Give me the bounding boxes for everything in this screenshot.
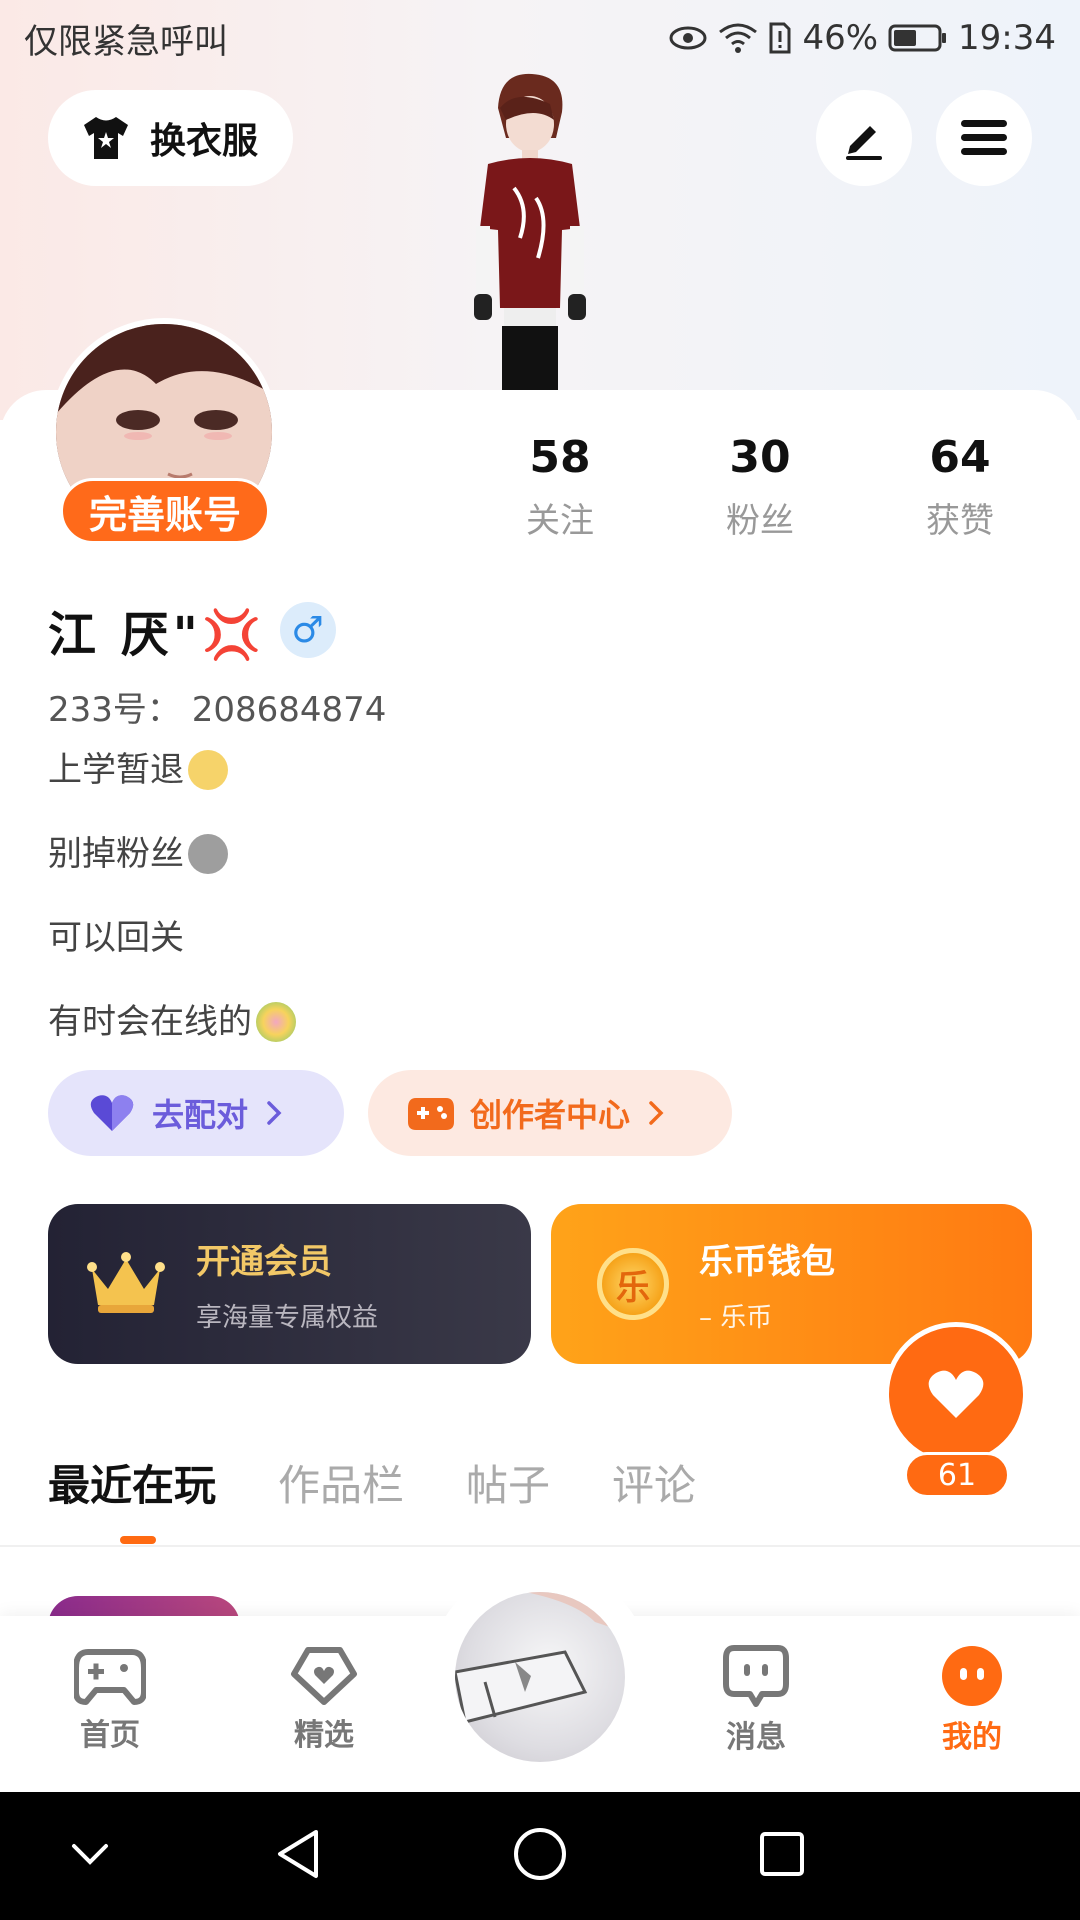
nav-me[interactable]: 我的	[902, 1644, 1042, 1756]
gamepad-icon	[74, 1649, 146, 1705]
nav-featured-label: 精选	[294, 1718, 354, 1753]
bio-text: 上学暂退	[48, 750, 184, 790]
bio-line: 别掉粉丝	[48, 832, 296, 916]
stat-followers-value: 30	[729, 432, 791, 483]
name-row: 江 厌"💢 ♂	[48, 595, 336, 665]
gray-face-icon	[188, 834, 228, 874]
creator-center-label: 创作者中心	[470, 1096, 631, 1134]
divider	[0, 1545, 1080, 1547]
wallet-title: 乐币钱包	[699, 1242, 835, 1282]
avatar-3d-figure[interactable]	[450, 68, 610, 390]
nav-home[interactable]: 首页	[40, 1644, 180, 1754]
vip-subtitle: 享海量专属权益	[196, 1303, 379, 1333]
bio-line: 上学暂退	[48, 748, 296, 832]
stat-likes-value: 64	[929, 432, 991, 483]
home-icon[interactable]	[508, 1822, 572, 1886]
tab-comments[interactable]: 评论	[612, 1452, 696, 1513]
heart-tag-icon	[291, 1647, 357, 1705]
stat-likes-label: 获赞	[926, 501, 994, 541]
tab-indicator	[120, 1536, 156, 1544]
stat-following-label: 关注	[526, 501, 594, 541]
tab-recent-play[interactable]: 最近在玩	[48, 1452, 216, 1513]
creator-center-button[interactable]: 创作者中心	[368, 1070, 732, 1156]
heart-icon	[90, 1095, 134, 1131]
complete-account-button[interactable]: 完善账号	[60, 478, 270, 544]
wallet-subtitle: – 乐币	[699, 1303, 773, 1333]
like-count: 61	[904, 1452, 1010, 1498]
nav-featured[interactable]: 精选	[254, 1644, 394, 1754]
bio: 上学暂退 别掉粉丝 可以回关 有时会在线的	[48, 748, 296, 1084]
bio-line: 可以回关	[48, 916, 296, 1000]
eye-icon	[669, 26, 707, 50]
status-bar: 仅限紧急呼叫 46% 19:34	[0, 0, 1080, 76]
username: 江 厌"💢	[48, 607, 266, 663]
system-nav-bar	[0, 1792, 1080, 1920]
gamepad-icon	[408, 1098, 454, 1130]
crown-icon	[87, 1252, 165, 1313]
chevron-right-icon	[649, 1101, 664, 1125]
change-outfit-button[interactable]: 换衣服	[48, 90, 293, 186]
sim-alert-icon	[769, 22, 791, 54]
stat-followers-label: 粉丝	[726, 501, 794, 541]
match-button[interactable]: 去配对	[48, 1070, 344, 1156]
chat-bubble-icon	[723, 1645, 789, 1707]
back-icon[interactable]	[270, 1822, 330, 1886]
nav-home-label: 首页	[80, 1718, 140, 1753]
neutral-face-icon	[188, 750, 228, 790]
nav-messages[interactable]: 消息	[686, 1644, 826, 1756]
vip-membership-card[interactable]: 开通会员 享海量专属权益	[48, 1204, 531, 1364]
stat-following-value: 58	[529, 432, 591, 483]
like-button[interactable]	[884, 1322, 1028, 1466]
nav-me-label: 我的	[942, 1720, 1002, 1755]
clock: 19:34	[958, 18, 1056, 58]
vip-title: 开通会员	[196, 1242, 332, 1282]
nav-center-avatar-button[interactable]	[455, 1592, 625, 1762]
bio-text: 可以回关	[48, 918, 184, 958]
user-id[interactable]: 233号： 208684874	[48, 682, 386, 731]
bio-text: 别掉粉丝	[48, 834, 184, 874]
chevron-down-icon[interactable]	[66, 1822, 114, 1886]
hamburger-icon	[961, 120, 1007, 155]
carrier-text: 仅限紧急呼叫	[24, 21, 228, 62]
heart-icon	[928, 1370, 984, 1418]
avatar-closeup	[455, 1592, 625, 1724]
bio-text: 有时会在线的	[48, 1002, 252, 1042]
battery-percent: 46%	[802, 18, 879, 58]
stat-likes[interactable]: 64 获赞	[860, 432, 1060, 542]
edit-profile-button[interactable]	[816, 90, 912, 186]
tab-posts[interactable]: 帖子	[466, 1452, 550, 1513]
coin-icon: 乐	[597, 1248, 669, 1320]
gender-male-icon: ♂	[279, 602, 336, 658]
pen-icon	[846, 126, 882, 160]
nav-messages-label: 消息	[726, 1720, 786, 1755]
chevron-right-icon	[267, 1101, 282, 1125]
profile-stats: 58 关注 30 粉丝 64 获赞	[460, 432, 1060, 542]
recents-icon[interactable]	[750, 1822, 814, 1886]
change-outfit-label: 换衣服	[150, 121, 259, 162]
match-label: 去配对	[152, 1096, 249, 1134]
bouquet-icon	[256, 1002, 296, 1042]
profile-face-icon	[942, 1646, 1002, 1706]
menu-button[interactable]	[936, 90, 1032, 186]
profile-tabs: 最近在玩 作品栏 帖子 评论	[48, 1452, 696, 1513]
battery-icon	[888, 24, 947, 52]
wifi-icon	[719, 23, 758, 53]
stat-following[interactable]: 58 关注	[460, 432, 660, 542]
tab-works[interactable]: 作品栏	[278, 1452, 404, 1513]
tshirt-icon	[84, 117, 128, 159]
stat-followers[interactable]: 30 粉丝	[660, 432, 860, 542]
